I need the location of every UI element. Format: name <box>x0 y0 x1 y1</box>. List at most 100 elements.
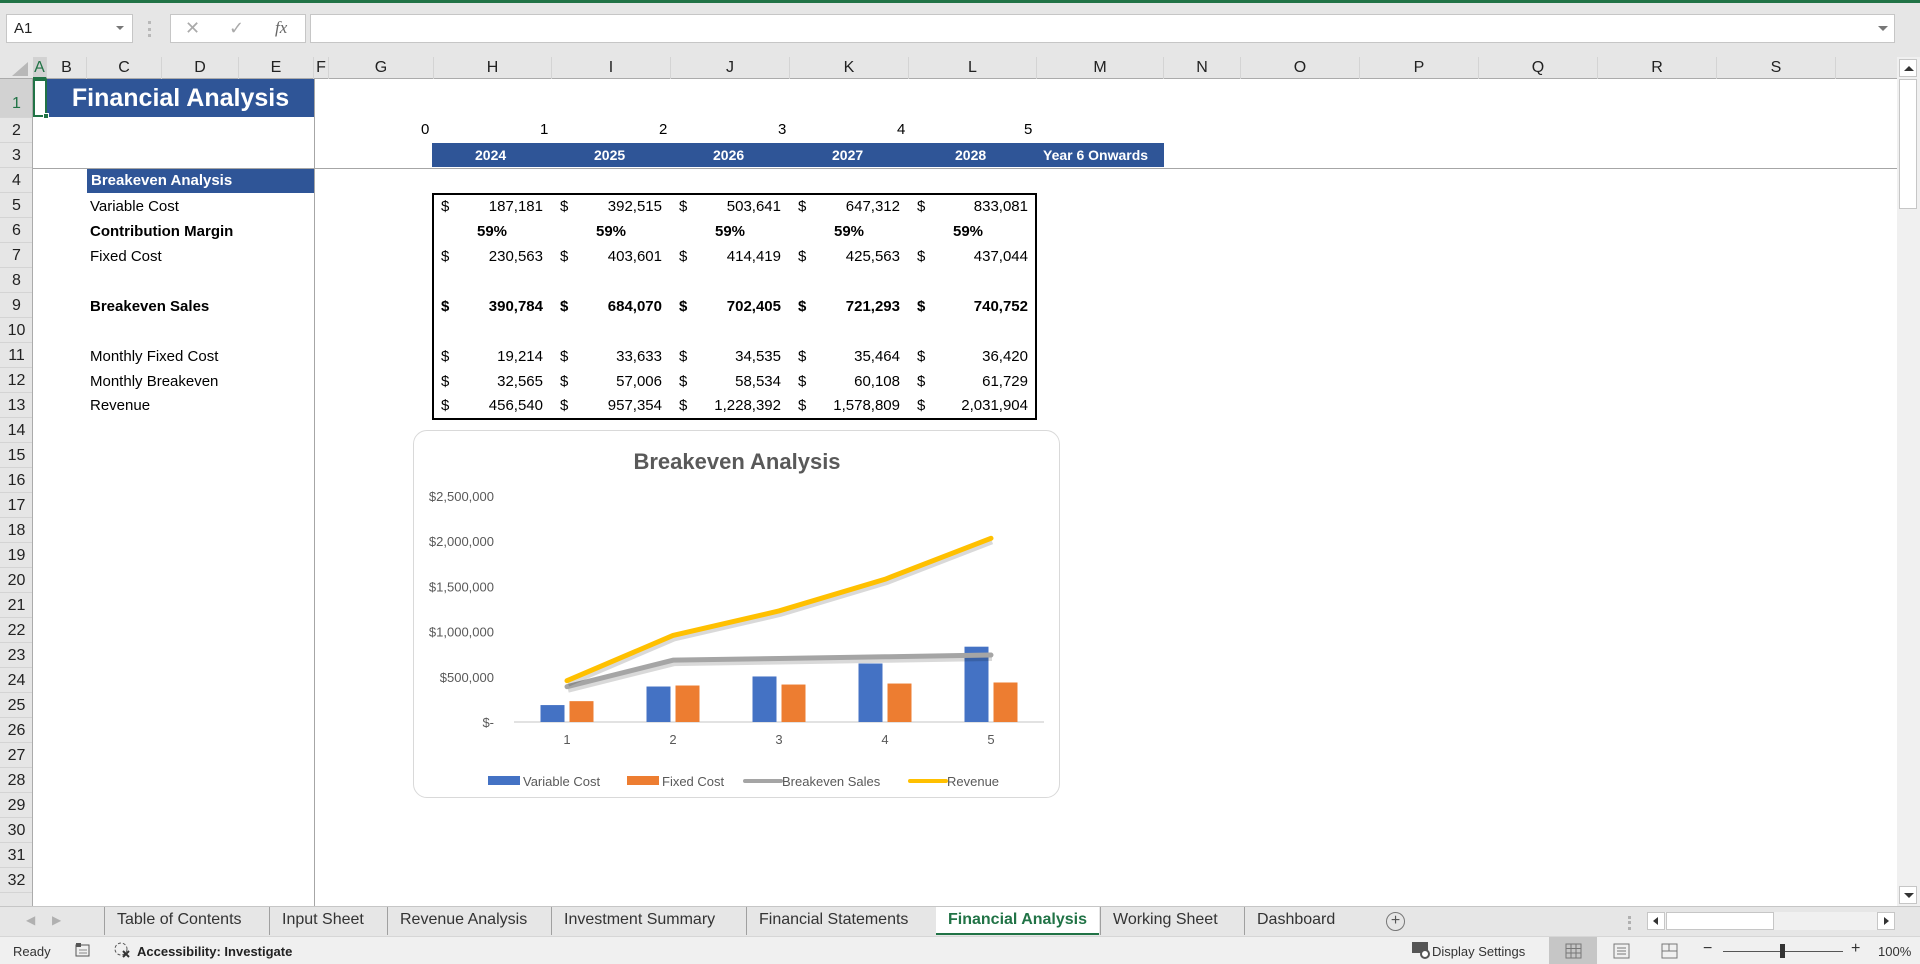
column-header-s[interactable]: S <box>1717 57 1836 79</box>
column-header-q[interactable]: Q <box>1479 57 1598 79</box>
row-header-10[interactable]: 10 <box>0 318 32 343</box>
cell-contribution-margin[interactable]: 59% <box>953 223 983 240</box>
column-header-p[interactable]: P <box>1360 57 1479 79</box>
cell-revenue[interactable]: 1,578,809 <box>810 397 900 414</box>
cell-fixed-cost[interactable]: 230,563 <box>453 248 543 265</box>
sheet-tab-input-sheet[interactable]: Input Sheet <box>269 907 376 935</box>
formula-input[interactable] <box>310 14 1895 43</box>
cell-breakeven-sales[interactable]: 684,070 <box>572 298 662 315</box>
row-header-31[interactable]: 31 <box>0 843 32 868</box>
row-header-21[interactable]: 21 <box>0 593 32 618</box>
column-header-r[interactable]: R <box>1598 57 1717 79</box>
tab-prev-icon[interactable]: ◀ <box>26 913 35 927</box>
row-header-18[interactable]: 18 <box>0 518 32 543</box>
row-header-15[interactable]: 15 <box>0 443 32 468</box>
cancel-icon[interactable]: ✕ <box>185 18 200 39</box>
cell-monthly-fixed-cost[interactable]: 35,464 <box>810 348 900 365</box>
column-header-a[interactable]: A <box>33 57 47 79</box>
row-header-32[interactable]: 32 <box>0 868 32 893</box>
cell-variable-cost[interactable]: 647,312 <box>810 198 900 215</box>
row-header-1[interactable]: 1 <box>0 79 32 118</box>
name-box[interactable]: A1 <box>6 14 133 43</box>
active-cell[interactable] <box>33 79 47 117</box>
cell-revenue[interactable]: 2,031,904 <box>938 397 1028 414</box>
row-header-14[interactable]: 14 <box>0 418 32 443</box>
sheet-tab-investment-summary[interactable]: Investment Summary <box>551 907 727 935</box>
display-settings-icon[interactable] <box>1411 941 1430 962</box>
sheet-tab-table-of-contents[interactable]: Table of Contents <box>104 907 254 935</box>
zoom-level[interactable]: 100% <box>1878 944 1911 959</box>
column-header-m[interactable]: M <box>1037 57 1164 79</box>
cell-fixed-cost[interactable]: 425,563 <box>810 248 900 265</box>
column-header-n[interactable]: N <box>1164 57 1241 79</box>
row-header-11[interactable]: 11 <box>0 343 32 368</box>
row-header-12[interactable]: 12 <box>0 368 32 393</box>
row-header-6[interactable]: 6 <box>0 218 32 243</box>
name-box-dropdown-icon[interactable] <box>116 26 124 30</box>
sheet-tab-financial-analysis[interactable]: Financial Analysis <box>936 907 1100 935</box>
row-header-24[interactable]: 24 <box>0 668 32 693</box>
cell-monthly-breakeven[interactable]: 58,534 <box>691 373 781 390</box>
horizontal-scrollbar[interactable] <box>1647 912 1895 930</box>
cell-contribution-margin[interactable]: 59% <box>596 223 626 240</box>
cell-monthly-fixed-cost[interactable]: 33,633 <box>572 348 662 365</box>
page-layout-view-button[interactable] <box>1597 937 1645 964</box>
cell-variable-cost[interactable]: 392,515 <box>572 198 662 215</box>
breakeven-chart[interactable]: Breakeven Analysis $- $500,000 $1,000,000 $1… <box>413 430 1060 798</box>
cell-contribution-margin[interactable]: 59% <box>715 223 745 240</box>
cell-contribution-margin[interactable]: 59% <box>834 223 864 240</box>
macro-record-icon[interactable] <box>75 942 91 961</box>
cell-breakeven-sales[interactable]: 390,784 <box>453 298 543 315</box>
row-header-7[interactable]: 7 <box>0 243 32 268</box>
cell-monthly-breakeven[interactable]: 60,108 <box>810 373 900 390</box>
row-header-27[interactable]: 27 <box>0 743 32 768</box>
row-header-3[interactable]: 3 <box>0 143 32 168</box>
row-header-8[interactable]: 8 <box>0 268 32 293</box>
column-header-h[interactable]: H <box>434 57 552 79</box>
accessibility-status[interactable]: Accessibility: Investigate <box>137 944 292 959</box>
row-header-26[interactable]: 26 <box>0 718 32 743</box>
row-header-29[interactable]: 29 <box>0 793 32 818</box>
column-header-l[interactable]: L <box>909 57 1037 79</box>
row-header-4[interactable]: 4 <box>0 168 32 193</box>
sheet-tab-dashboard[interactable]: Dashboard <box>1244 907 1347 935</box>
cell-fixed-cost[interactable]: 403,601 <box>572 248 662 265</box>
accessibility-icon[interactable] <box>113 941 131 962</box>
cell-monthly-breakeven[interactable]: 61,729 <box>938 373 1028 390</box>
row-header-16[interactable]: 16 <box>0 468 32 493</box>
fill-handle[interactable] <box>43 113 49 119</box>
scroll-right-button[interactable] <box>1877 912 1895 930</box>
cell-revenue[interactable]: 957,354 <box>572 397 662 414</box>
horizontal-scroll-thumb[interactable] <box>1666 912 1774 930</box>
scroll-down-button[interactable] <box>1899 886 1917 904</box>
column-header-o[interactable]: O <box>1241 57 1360 79</box>
normal-view-button[interactable] <box>1549 937 1597 964</box>
formula-bar-grip[interactable] <box>148 21 151 37</box>
row-header-22[interactable]: 22 <box>0 618 32 643</box>
sheet-tab-financial-statements[interactable]: Financial Statements <box>746 907 920 935</box>
column-header-c[interactable]: C <box>87 57 162 79</box>
cell-monthly-fixed-cost[interactable]: 36,420 <box>938 348 1028 365</box>
vertical-scroll-thumb[interactable] <box>1899 79 1917 209</box>
cell-breakeven-sales[interactable]: 740,752 <box>938 298 1028 315</box>
column-header-b[interactable]: B <box>47 57 87 79</box>
cell-variable-cost[interactable]: 833,081 <box>938 198 1028 215</box>
sheet-tab-revenue-analysis[interactable]: Revenue Analysis <box>387 907 539 935</box>
cell-fixed-cost[interactable]: 414,419 <box>691 248 781 265</box>
column-header-d[interactable]: D <box>162 57 239 79</box>
cell-breakeven-sales[interactable]: 721,293 <box>810 298 900 315</box>
cell-revenue[interactable]: 1,228,392 <box>691 397 781 414</box>
enter-icon[interactable]: ✓ <box>229 18 244 39</box>
row-header-28[interactable]: 28 <box>0 768 32 793</box>
column-header-g[interactable]: G <box>329 57 434 79</box>
cell-monthly-fixed-cost[interactable]: 34,535 <box>691 348 781 365</box>
sheet-tab-working-sheet[interactable]: Working Sheet <box>1100 907 1230 935</box>
add-sheet-button[interactable]: + <box>1386 912 1405 931</box>
display-settings-label[interactable]: Display Settings <box>1432 944 1525 959</box>
row-header-5[interactable]: 5 <box>0 193 32 218</box>
cell-revenue[interactable]: 456,540 <box>453 397 543 414</box>
row-header-9[interactable]: 9 <box>0 293 32 318</box>
zoom-out-button[interactable]: − <box>1703 940 1712 958</box>
column-header-k[interactable]: K <box>790 57 909 79</box>
cell-monthly-fixed-cost[interactable]: 19,214 <box>453 348 543 365</box>
